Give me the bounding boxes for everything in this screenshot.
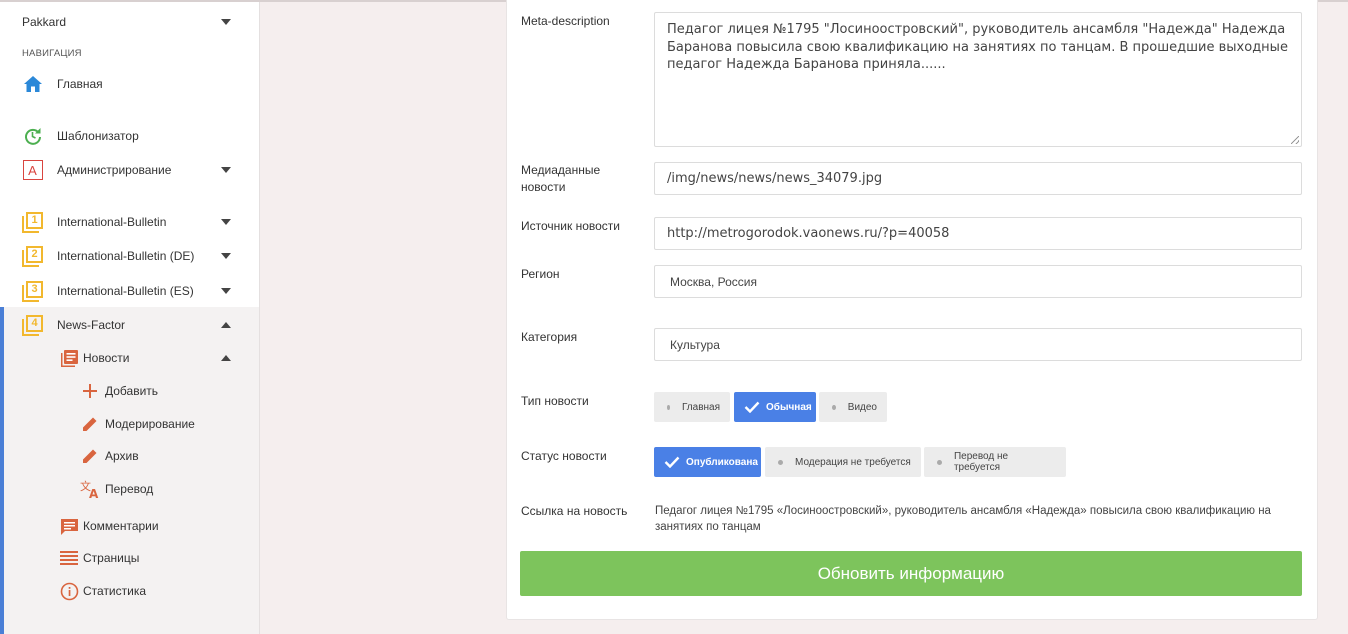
filter-1-icon: 1 xyxy=(22,211,43,233)
category-value: Культура xyxy=(670,337,720,352)
check-icon xyxy=(664,456,680,468)
source-value: http://metrogorodok.vaonews.ru/?p=40058 xyxy=(667,226,950,241)
radio-dot-icon xyxy=(778,459,783,465)
chevron-up-icon xyxy=(221,322,231,328)
user-menu[interactable]: Pakkard xyxy=(0,12,259,32)
pencil-icon xyxy=(80,446,100,466)
news-link-value: Педагог лицея №1795 «Лосиноостровский», … xyxy=(655,505,1271,533)
home-icon xyxy=(22,74,43,95)
radio-dot-icon xyxy=(667,404,670,410)
radio-dot-icon xyxy=(832,404,836,410)
news-status-option-no-moderation[interactable]: Модерация не требуется xyxy=(765,447,921,477)
sidebar-item-label: Главная xyxy=(57,77,103,91)
comment-icon xyxy=(59,516,79,536)
nav-heading: НАВИГАЦИЯ xyxy=(22,48,82,59)
update-info-button[interactable]: Обновить информацию xyxy=(520,551,1302,596)
sidebar-subitem-label: Статистика xyxy=(83,584,147,598)
sidebar-item-label: International-Bulletin (DE) xyxy=(57,249,195,263)
sidebar-subitem-label: Модерирование xyxy=(105,417,195,431)
sidebar-item-admin[interactable]: A Администрирование xyxy=(0,158,259,182)
sidebar-item-home[interactable]: Главная xyxy=(0,72,259,96)
user-name: Pakkard xyxy=(22,15,67,29)
media-label: Медиаданные новости xyxy=(521,163,601,194)
sidebar-subitem-pages[interactable]: Страницы xyxy=(0,547,259,569)
sidebar-subitem-comments[interactable]: Комментарии xyxy=(0,515,259,537)
chevron-down-icon xyxy=(221,288,231,294)
library-books-icon xyxy=(59,348,79,368)
chevron-down-icon xyxy=(221,219,231,225)
translate-icon: 文A xyxy=(80,479,100,499)
meta-description-value: Педагог лицея №1795 "Лосиноостровский", … xyxy=(667,22,1288,72)
filter-4-icon: 4 xyxy=(22,314,43,336)
source-input[interactable]: http://metrogorodok.vaonews.ru/?p=40058 xyxy=(654,217,1302,250)
sidebar-item-label: Шаблонизатор xyxy=(57,129,139,143)
sidebar-item-label: International-Bulletin (ES) xyxy=(57,284,194,298)
sidebar-subitem-add[interactable]: Добавить xyxy=(0,380,259,402)
filter-3-icon: 3 xyxy=(22,280,43,302)
refresh-icon xyxy=(22,126,43,147)
sidebar-subitem-label: Перевод xyxy=(105,482,154,496)
media-value: /img/news/news/news_34079.jpg xyxy=(667,171,883,186)
sidebar-item-label: International-Bulletin xyxy=(57,215,167,229)
meta-description-textarea[interactable]: Педагог лицея №1795 "Лосиноостровский", … xyxy=(654,12,1302,147)
radio-dot-icon xyxy=(937,459,942,465)
sidebar-item-label: News-Factor xyxy=(57,318,126,332)
resize-handle-icon[interactable] xyxy=(1291,136,1299,144)
region-value: Москва, Россия xyxy=(670,274,757,289)
news-type-label: Тип новости xyxy=(521,394,589,408)
sidebar-subitem-archive[interactable]: Архив xyxy=(0,445,259,467)
sidebar-subitem-stats[interactable]: Статистика xyxy=(0,580,259,602)
check-icon xyxy=(744,401,760,413)
sidebar-subitem-news[interactable]: Новости xyxy=(0,347,259,369)
sidebar-subitem-translation[interactable]: 文A Перевод xyxy=(0,478,259,500)
news-type-option-main[interactable]: Главная xyxy=(654,392,730,422)
category-label: Категория xyxy=(521,330,578,344)
lines-icon xyxy=(59,548,79,568)
source-label: Источник новости xyxy=(521,219,620,233)
news-type-option-regular[interactable]: Обычная xyxy=(734,392,816,422)
sidebar-subitem-label: Архив xyxy=(105,449,139,463)
region-label: Регион xyxy=(521,267,560,281)
meta-description-label: Meta-description xyxy=(521,14,610,28)
filter-2-icon: 2 xyxy=(22,245,43,267)
svg-text:A: A xyxy=(89,487,99,499)
sidebar-item-international-bulletin-es[interactable]: 3 International-Bulletin (ES) xyxy=(0,279,259,303)
sidebar-item-international-bulletin[interactable]: 1 International-Bulletin xyxy=(0,210,259,234)
sidebar-item-news-factor[interactable]: 4 News-Factor xyxy=(0,313,259,337)
info-icon xyxy=(59,581,79,601)
chevron-up-icon xyxy=(221,355,231,361)
chevron-down-icon xyxy=(221,253,231,259)
chevron-down-icon xyxy=(221,167,231,173)
category-select[interactable]: Культура xyxy=(654,328,1302,361)
plus-icon xyxy=(80,381,100,401)
news-link-label: Ссылка на новость xyxy=(521,504,628,518)
news-status-option-published[interactable]: Опубликована xyxy=(654,447,761,477)
admin-icon: A xyxy=(22,160,43,181)
region-select[interactable]: Москва, Россия xyxy=(654,265,1302,298)
sidebar-item-templater[interactable]: Шаблонизатор xyxy=(0,124,259,148)
sidebar-subitem-label: Комментарии xyxy=(83,519,159,533)
sidebar-subitem-label: Страницы xyxy=(83,551,140,565)
news-status-option-no-translation[interactable]: Перевод не требуется xyxy=(924,447,1066,477)
sidebar-item-international-bulletin-de[interactable]: 2 International-Bulletin (DE) xyxy=(0,244,259,268)
chevron-down-icon xyxy=(221,19,231,25)
media-input[interactable]: /img/news/news/news_34079.jpg xyxy=(654,162,1302,195)
sidebar-item-label: Администрирование xyxy=(57,163,172,177)
sidebar: Pakkard НАВИГАЦИЯ Главная Шаблонизатор A… xyxy=(0,2,260,634)
sidebar-subitem-label: Новости xyxy=(83,351,130,365)
sidebar-subitem-moderation[interactable]: Модерирование xyxy=(0,413,259,435)
news-type-option-video[interactable]: Видео xyxy=(819,392,887,422)
sidebar-subitem-label: Добавить xyxy=(105,384,159,398)
pencil-icon xyxy=(80,414,100,434)
news-status-label: Статус новости xyxy=(521,449,607,463)
